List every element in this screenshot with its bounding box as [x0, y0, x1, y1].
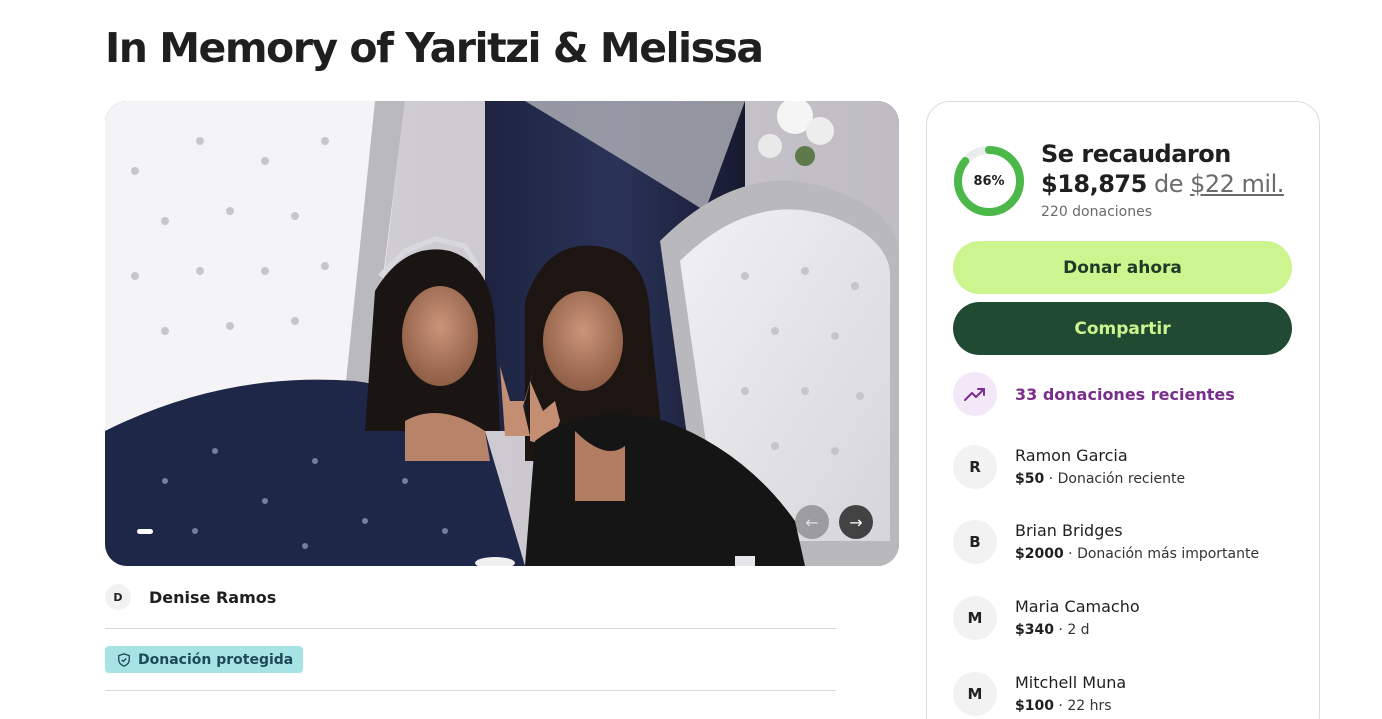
raised-label: Se recaudaron	[1041, 140, 1231, 168]
donor-name: Maria Camacho	[1015, 597, 1140, 616]
organizer-avatar: D	[105, 584, 131, 610]
photo-image	[105, 101, 899, 566]
donor-name: Ramon Garcia	[1015, 446, 1128, 465]
donor-detail: 2 d	[1067, 622, 1090, 638]
donor-item: R Ramon Garcia $50 · Donación reciente	[953, 445, 1185, 489]
donor-amount: $50	[1015, 471, 1045, 487]
divider	[105, 690, 836, 691]
raised-amount: $18,875	[1041, 170, 1147, 198]
donor-avatar: R	[953, 445, 997, 489]
carousel-prev-button[interactable]: ←	[795, 505, 829, 539]
recent-donations-label: 33 donaciones recientes	[1015, 384, 1235, 404]
donor-meta: $100 · 22 hrs	[1015, 698, 1112, 714]
donate-button[interactable]: Donar ahora	[953, 241, 1292, 294]
donor-amount: $2000	[1015, 546, 1064, 562]
progress-ring: 86%	[953, 145, 1025, 217]
share-button[interactable]: Compartir	[953, 302, 1292, 355]
goal-connector: de	[1153, 170, 1184, 198]
donor-meta: $50 · Donación reciente	[1015, 471, 1186, 487]
donor-avatar: M	[953, 596, 997, 640]
campaign-photo[interactable]: ← →	[105, 101, 899, 566]
organizer[interactable]: D Denise Ramos	[105, 584, 276, 610]
donor-detail: Donación más importante	[1077, 546, 1260, 562]
shield-icon	[118, 652, 130, 667]
raised-amounts: $18,875 de $22 mil.	[1041, 170, 1284, 198]
page-title: In Memory of Yaritzi & Melissa	[105, 24, 764, 72]
donor-name: Mitchell Muna	[1015, 673, 1127, 692]
carousel-dot-active[interactable]	[137, 529, 153, 534]
donor-avatar: B	[953, 520, 997, 564]
donor-amount: $340	[1015, 622, 1054, 638]
protected-donation-badge[interactable]: Donación protegida	[105, 646, 304, 673]
donor-detail: Donación reciente	[1057, 471, 1186, 487]
donor-item: B Brian Bridges $2000 · Donación más imp…	[953, 520, 1259, 564]
recent-donations-link[interactable]: 33 donaciones recientes	[953, 372, 1235, 416]
donor-amount: $100	[1015, 698, 1054, 714]
donor-avatar: M	[953, 672, 997, 716]
arrow-left-icon: ←	[805, 512, 819, 532]
carousel-next-button[interactable]: →	[839, 505, 873, 539]
trending-up-icon	[953, 372, 997, 416]
divider	[105, 628, 836, 629]
donor-meta: $2000 · Donación más importante	[1015, 546, 1260, 562]
protected-donation-label: Donación protegida	[138, 651, 294, 668]
arrow-right-icon: →	[849, 512, 863, 532]
donor-meta: $340 · 2 d	[1015, 622, 1090, 638]
organizer-name: Denise Ramos	[149, 587, 277, 607]
progress-percent: 86%	[973, 173, 1005, 189]
goal-amount[interactable]: $22 mil.	[1190, 170, 1284, 198]
donor-name: Brian Bridges	[1015, 521, 1123, 540]
donor-detail: 22 hrs	[1067, 698, 1112, 714]
donor-item: M Maria Camacho $340 · 2 d	[953, 596, 1140, 640]
carousel-indicators	[137, 529, 153, 534]
donation-count: 220 donaciones	[1041, 204, 1153, 220]
donor-item: M Mitchell Muna $100 · 22 hrs	[953, 672, 1126, 716]
donation-sidebar: 86% Se recaudaron $18,875 de $22 mil. 22…	[926, 101, 1320, 719]
